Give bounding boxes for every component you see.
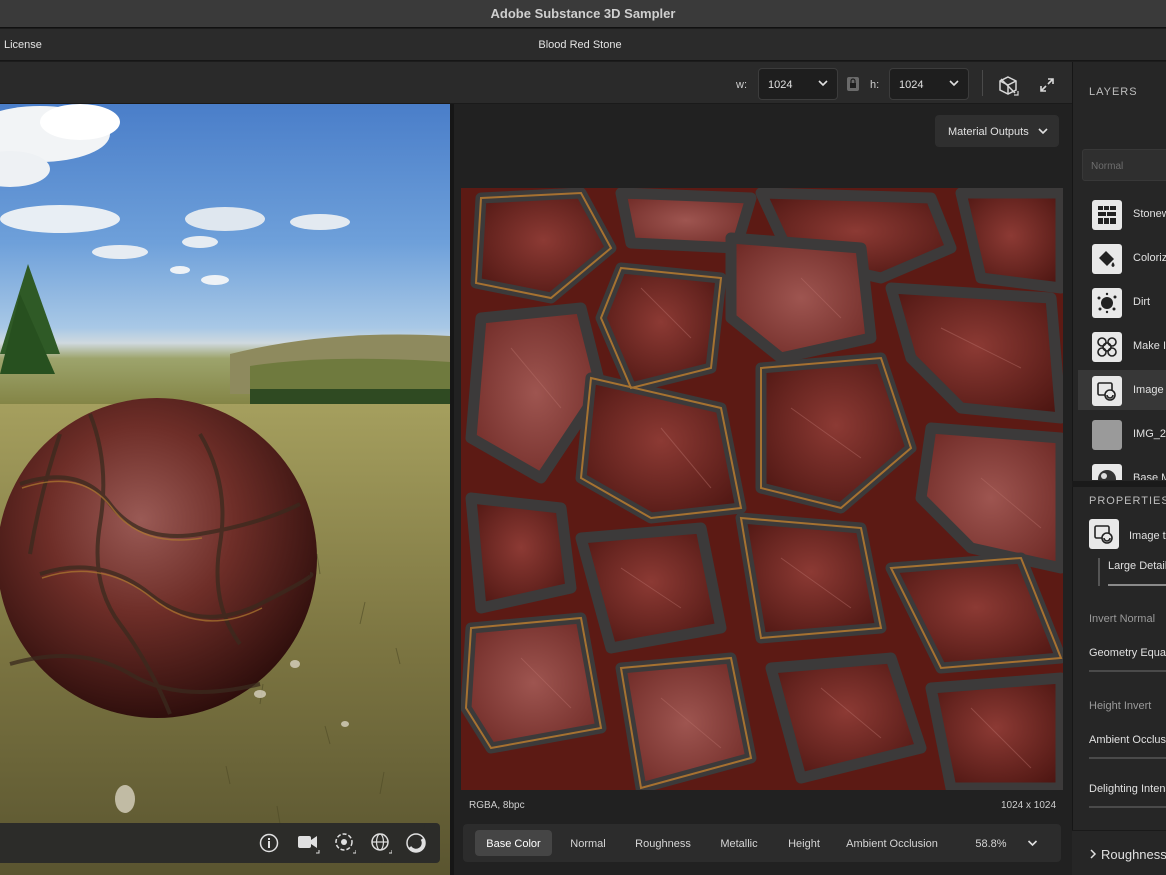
image-thumbnail	[1092, 420, 1122, 450]
roughness-section-label: Roughness	[1101, 847, 1166, 862]
lock-aspect-icon[interactable]	[846, 76, 860, 92]
height-invert-label: Height Invert	[1089, 700, 1152, 712]
tab-underline	[1108, 584, 1166, 586]
app-title: Adobe Substance 3D Sampler	[490, 6, 676, 21]
ambient-occlusion-label: Ambient Occlusi	[1089, 734, 1166, 746]
tab-metallic[interactable]: Metallic	[713, 830, 765, 856]
layer-name: Base M	[1133, 472, 1166, 480]
stonewall-icon	[1092, 200, 1122, 230]
tab-roughness[interactable]: Roughness	[629, 830, 697, 856]
width-value: 1024	[768, 79, 793, 91]
invert-normal-label: Invert Normal	[1089, 613, 1156, 625]
camera-icon[interactable]	[295, 831, 321, 855]
blend-mode-field[interactable]: Normal	[1082, 149, 1166, 181]
image-to-material-icon	[1092, 376, 1122, 406]
chevron-down-icon[interactable]	[1027, 838, 1038, 848]
image-to-material-icon	[1089, 519, 1119, 549]
chevron-down-icon	[949, 80, 959, 87]
make-it-tile-icon	[1092, 332, 1122, 362]
viewport-3d[interactable]	[0, 104, 450, 875]
tab-large-detail[interactable]: Large Detail	[1108, 560, 1166, 572]
layer-item[interactable]: Make I	[1078, 326, 1166, 366]
layer-name: Stonew	[1133, 208, 1166, 220]
layer-item-selected[interactable]: Image t	[1078, 370, 1166, 410]
export-3d-icon[interactable]	[995, 73, 1021, 99]
title-bar: Adobe Substance 3D Sampler	[0, 0, 1166, 28]
colorize-icon	[1092, 244, 1122, 274]
layer-item[interactable]: IMG_2	[1078, 414, 1166, 454]
layers-title: LAYERS	[1089, 86, 1138, 98]
tab-height[interactable]: Height	[781, 830, 827, 856]
menu-bar: License Blood Red Stone	[0, 29, 1166, 61]
layer-name: Dirt	[1133, 296, 1151, 308]
layer-item[interactable]: Coloriz	[1078, 238, 1166, 278]
fullscreen-icon[interactable]	[1036, 74, 1058, 96]
properties-layer-name: Image to	[1129, 530, 1166, 542]
base-material-icon	[1092, 464, 1122, 480]
texture-preview[interactable]	[461, 188, 1063, 790]
material-sphere-icon[interactable]	[404, 831, 428, 855]
height-value: 1024	[899, 79, 924, 91]
height-label: h:	[870, 79, 880, 91]
material-outputs-label: Material Outputs	[948, 126, 1029, 138]
chevron-down-icon	[818, 80, 828, 87]
resolution-info: 1024 x 1024	[1001, 800, 1057, 811]
material-outputs-dropdown[interactable]: Material Outputs	[935, 115, 1059, 147]
layer-name: Image t	[1133, 384, 1166, 396]
globe-icon[interactable]	[369, 831, 393, 855]
panel-divider[interactable]	[1072, 481, 1166, 487]
chevron-down-icon	[1038, 128, 1048, 135]
height-dropdown[interactable]: 1024	[889, 68, 969, 100]
properties-title: PROPERTIES	[1089, 495, 1166, 507]
geometry-equalizer-label: Geometry Equal	[1089, 647, 1166, 659]
ambient-occlusion-slider[interactable]	[1089, 757, 1166, 759]
roughness-section[interactable]: Roughness	[1072, 830, 1166, 875]
layer-item[interactable]: Dirt	[1078, 282, 1166, 322]
delighting-intensity-label: Delighting Intens	[1089, 783, 1166, 795]
zoom-level[interactable]: 58.8%	[969, 830, 1013, 856]
viewport-toolbar	[0, 823, 440, 863]
width-label: w:	[736, 79, 747, 91]
chevron-right-icon	[1090, 849, 1097, 859]
channel-bar: Base Color Normal Roughness Metallic Hei…	[463, 824, 1061, 862]
dirt-icon	[1092, 288, 1122, 318]
format-info: RGBA, 8bpc	[469, 800, 525, 811]
tab-indicator	[1098, 558, 1100, 586]
environment-scene	[0, 104, 450, 875]
delighting-intensity-slider[interactable]	[1089, 806, 1166, 808]
environment-rotate-icon[interactable]	[333, 831, 357, 855]
document-title: Blood Red Stone	[538, 39, 622, 51]
layer-name: IMG_2	[1133, 428, 1166, 440]
tab-ambient-occlusion[interactable]: Ambient Occlusion	[843, 830, 941, 856]
layer-item[interactable]: Stonew	[1078, 194, 1166, 234]
layer-name: Coloriz	[1133, 252, 1166, 264]
geometry-equalizer-slider[interactable]	[1089, 670, 1166, 672]
layer-name: Make I	[1133, 340, 1166, 352]
tab-base-color[interactable]: Base Color	[475, 830, 552, 856]
layer-item[interactable]: Base M	[1078, 458, 1166, 480]
toolbar-divider	[982, 70, 983, 96]
info-icon[interactable]	[258, 832, 280, 854]
stone-texture	[461, 188, 1063, 790]
tab-normal[interactable]: Normal	[563, 830, 613, 856]
width-dropdown[interactable]: 1024	[758, 68, 838, 100]
